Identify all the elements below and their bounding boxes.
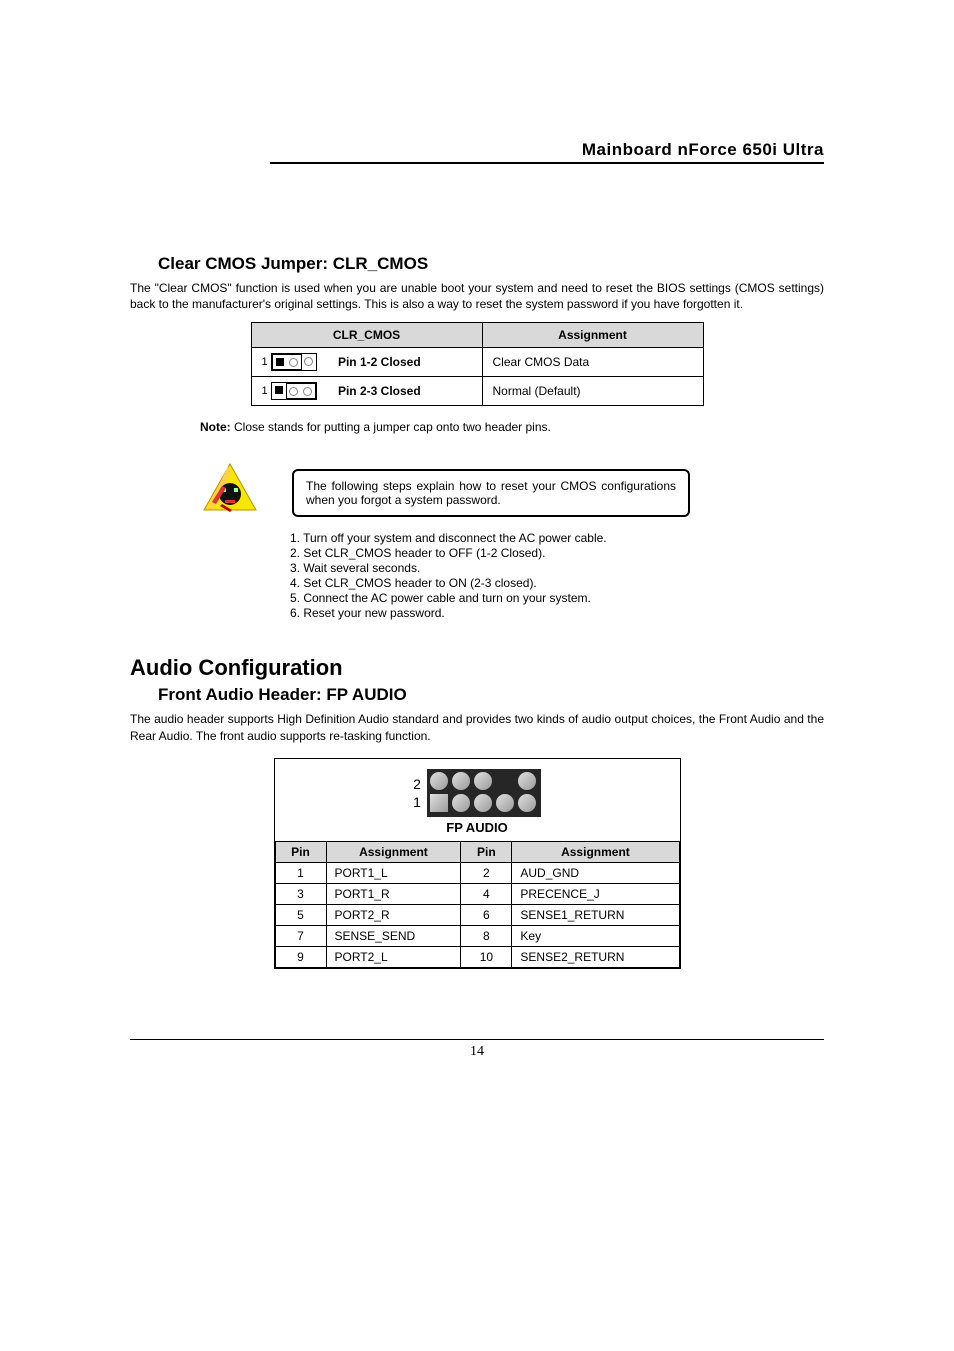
assign-cell: PORT2_R	[326, 904, 461, 925]
warning-icon	[200, 460, 260, 525]
clr-th-name: CLR_CMOS	[251, 323, 482, 348]
step-2: 2. Set CLR_CMOS header to OFF (1-2 Close…	[290, 546, 824, 561]
pin-cell: 4	[461, 883, 512, 904]
row1-label: Pin 1-2 Closed	[338, 355, 421, 369]
table-row: 5 PORT2_R 6 SENSE1_RETURN	[275, 904, 679, 925]
pin-cell: 3	[275, 883, 326, 904]
jumper-diagram-12: 1	[262, 353, 317, 371]
table-row: 1 PORT1_L 2 AUD_GND	[275, 862, 679, 883]
audio-intro: The audio header supports High Definitio…	[130, 711, 824, 743]
pin-one-label: 1	[262, 356, 268, 368]
step-5: 5. Connect the AC power cable and turn o…	[290, 591, 824, 606]
assign-cell: AUD_GND	[512, 862, 679, 883]
audio-config-heading: Audio Configuration	[130, 655, 824, 681]
clr-cmos-intro: The "Clear CMOS" function is used when y…	[130, 280, 824, 312]
step-1: 1. Turn off your system and disconnect t…	[290, 531, 824, 546]
header-connector-icon	[427, 769, 541, 817]
pin-cell: 2	[461, 862, 512, 883]
assign-cell: PRECENCE_J	[512, 883, 679, 904]
step-4: 4. Set CLR_CMOS header to ON (2-3 closed…	[290, 576, 824, 591]
page-footer: 14	[130, 1039, 824, 1060]
fp-audio-label: FP AUDIO	[446, 820, 507, 835]
step-3: 3. Wait several seconds.	[290, 561, 824, 576]
assign-cell: SENSE1_RETURN	[512, 904, 679, 925]
step-6: 6. Reset your new password.	[290, 606, 824, 621]
assign-cell: SENSE_SEND	[326, 925, 461, 946]
fp-audio-block: 2 1 FP AUDIO Pin Assignment Pin Assignme…	[274, 758, 681, 969]
reset-steps: 1. Turn off your system and disconnect t…	[290, 531, 824, 621]
warning-box: The following steps explain how to reset…	[292, 469, 690, 517]
page-number: 14	[470, 1044, 484, 1059]
pin-cell: 1	[275, 862, 326, 883]
fp-audio-diagram: 2 1 FP AUDIO	[275, 759, 680, 841]
table-row: 7 SENSE_SEND 8 Key	[275, 925, 679, 946]
fp-audio-heading: Front Audio Header: FP AUDIO	[158, 685, 824, 705]
clr-cmos-table: CLR_CMOS Assignment 1 Pin 1-2 Closed Cle…	[251, 322, 704, 406]
pin-num-1: 1	[413, 793, 421, 811]
pin-one-label: 1	[262, 385, 268, 397]
fp-th-pin: Pin	[461, 841, 512, 862]
pin-cell: 7	[275, 925, 326, 946]
pin-cell: 6	[461, 904, 512, 925]
fp-th-assign: Assignment	[512, 841, 679, 862]
clr-cmos-heading: Clear CMOS Jumper: CLR_CMOS	[158, 254, 824, 274]
page-header: Mainboard nForce 650i Ultra	[270, 140, 824, 164]
jumper-diagram-23: 1	[262, 382, 317, 400]
pin-cell: 8	[461, 925, 512, 946]
pin-cell: 10	[461, 946, 512, 967]
fp-th-pin: Pin	[275, 841, 326, 862]
row2-label: Pin 2-3 Closed	[338, 384, 421, 398]
pin-num-2: 2	[413, 775, 421, 793]
clr-th-assign: Assignment	[482, 323, 703, 348]
assign-cell: SENSE2_RETURN	[512, 946, 679, 967]
clr-note: Note: Close stands for putting a jumper …	[200, 420, 824, 434]
assign-cell: PORT1_L	[326, 862, 461, 883]
fp-audio-table: Pin Assignment Pin Assignment 1 PORT1_L …	[275, 841, 680, 968]
pin-cell: 9	[275, 946, 326, 967]
assign-cell: PORT2_L	[326, 946, 461, 967]
assign-cell: PORT1_R	[326, 883, 461, 904]
note-bold: Note:	[200, 420, 231, 434]
table-row: 9 PORT2_L 10 SENSE2_RETURN	[275, 946, 679, 967]
row2-assign: Normal (Default)	[482, 377, 703, 406]
pin-cell: 5	[275, 904, 326, 925]
note-text: Close stands for putting a jumper cap on…	[231, 420, 551, 434]
fp-th-assign: Assignment	[326, 841, 461, 862]
assign-cell: Key	[512, 925, 679, 946]
table-row: 3 PORT1_R 4 PRECENCE_J	[275, 883, 679, 904]
row1-assign: Clear CMOS Data	[482, 348, 703, 377]
